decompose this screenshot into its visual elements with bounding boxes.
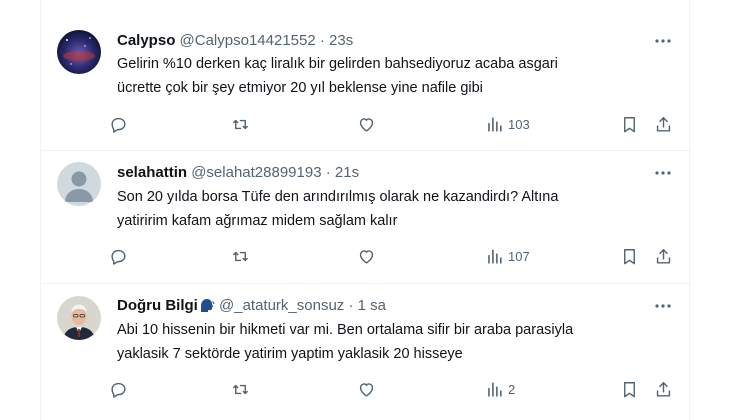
tweet[interactable]: selahattin @selahat28899193 · 21s Son 20… (41, 151, 691, 284)
timestamp[interactable]: 23s (329, 32, 353, 49)
more-options-icon[interactable] (653, 163, 673, 183)
separator-dot: · (319, 32, 325, 49)
tweet[interactable]: Doğru Bilgi @_ataturk_sonsuz · 1 sa Abi … (41, 284, 691, 420)
view-count: 107 (508, 248, 530, 264)
views-button[interactable]: 103 (485, 113, 530, 135)
bookmark-button[interactable] (620, 378, 639, 400)
repost-button[interactable] (231, 378, 250, 400)
timestamp[interactable]: 21s (335, 164, 359, 181)
bar-chart-icon (488, 116, 502, 132)
display-name[interactable]: Doğru Bilgi (117, 297, 198, 314)
display-name[interactable]: selahattin (117, 164, 187, 181)
share-icon (656, 381, 671, 397)
tweet-text: Son 20 yılda borsa Tüfe den arındırılmış… (117, 185, 657, 233)
repost-button[interactable] (231, 245, 250, 267)
speaking-head-icon (200, 299, 215, 312)
tweet-text-line: yaklasik 7 sektörde yatirim yaptim yakla… (117, 346, 463, 362)
reply-icon (111, 382, 126, 398)
bookmark-button[interactable] (620, 113, 639, 135)
tweet-text-line: Abi 10 hissenin bir hikmeti var mi. Ben … (117, 322, 574, 338)
timestamp[interactable]: 1 sa (358, 297, 386, 314)
tweet-header: Calypso @Calypso14421552 · 23s (117, 31, 353, 51)
like-button[interactable] (357, 378, 376, 400)
action-bar: 107 (109, 245, 679, 267)
separator-dot: · (325, 164, 331, 181)
reply-button[interactable] (109, 113, 128, 135)
action-bar: 2 (109, 378, 679, 400)
bookmark-icon (624, 381, 635, 397)
reply-icon (111, 249, 126, 265)
timeline: Calypso @Calypso14421552 · 23s Gelirin %… (40, 0, 691, 420)
heart-icon (359, 249, 374, 264)
reply-button[interactable] (109, 245, 128, 267)
like-button[interactable] (357, 113, 376, 135)
separator-dot: · (348, 297, 354, 314)
share-button[interactable] (654, 378, 673, 400)
heart-icon (359, 117, 374, 132)
user-handle[interactable]: @_ataturk_sonsuz (219, 297, 344, 314)
share-icon (656, 248, 671, 264)
repost-button[interactable] (231, 113, 250, 135)
tweet-header: selahattin @selahat28899193 · 21s (117, 163, 359, 183)
reply-icon (111, 117, 126, 133)
view-count: 2 (508, 381, 516, 397)
display-name[interactable]: Calypso (117, 32, 175, 49)
repost-icon (233, 384, 248, 394)
tweet-text: Gelirin %10 derken kaç liralık bir gelir… (117, 52, 657, 100)
action-bar: 103 (109, 113, 679, 135)
view-count: 103 (508, 116, 530, 132)
avatar[interactable] (57, 162, 101, 206)
share-button[interactable] (654, 113, 673, 135)
tweet-text-line: Gelirin %10 derken kaç liralık bir gelir… (117, 56, 558, 72)
avatar[interactable] (57, 296, 101, 340)
avatar[interactable] (57, 30, 101, 74)
bar-chart-icon (488, 248, 502, 264)
heart-icon (359, 382, 374, 397)
tweet-header: Doğru Bilgi @_ataturk_sonsuz · 1 sa (117, 296, 386, 316)
tweet[interactable]: Calypso @Calypso14421552 · 23s Gelirin %… (41, 0, 691, 151)
bookmark-icon (624, 248, 635, 264)
reply-button[interactable] (109, 378, 128, 400)
bookmark-button[interactable] (620, 245, 639, 267)
tweet-text-line: ücrette çok bir şey etmiyor 20 yıl bekle… (117, 80, 483, 96)
share-button[interactable] (654, 245, 673, 267)
share-icon (656, 116, 671, 132)
more-options-icon[interactable] (653, 31, 673, 51)
user-handle[interactable]: @Calypso14421552 (180, 32, 316, 49)
repost-icon (233, 251, 248, 261)
views-button[interactable]: 2 (485, 378, 515, 400)
bar-chart-icon (488, 381, 502, 397)
bookmark-icon (624, 116, 635, 132)
tweet-text-line: yatiririm kafam ağrımaz midem sağlam kal… (117, 213, 398, 229)
more-options-icon[interactable] (653, 296, 673, 316)
like-button[interactable] (357, 245, 376, 267)
repost-icon (233, 119, 248, 129)
tweet-text-line: Son 20 yılda borsa Tüfe den arındırılmış… (117, 189, 559, 205)
tweet-text: Abi 10 hissenin bir hikmeti var mi. Ben … (117, 318, 657, 366)
user-handle[interactable]: @selahat28899193 (191, 164, 321, 181)
views-button[interactable]: 107 (485, 245, 530, 267)
